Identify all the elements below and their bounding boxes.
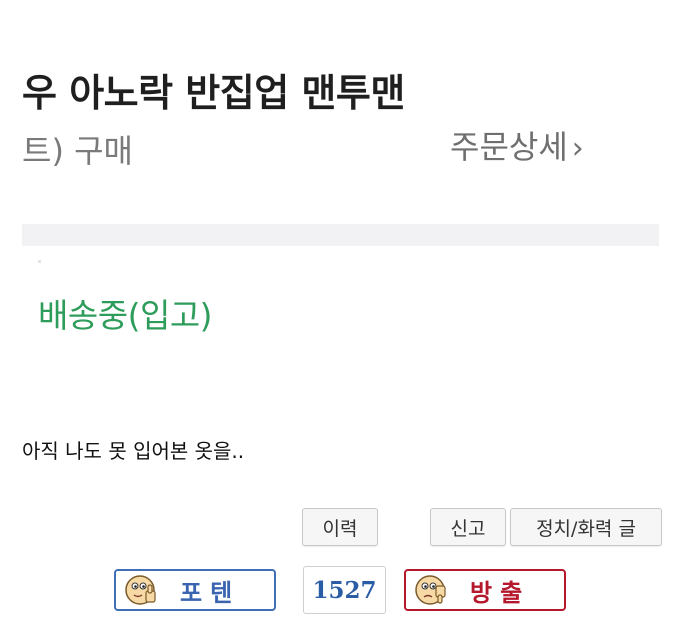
report-button[interactable]: 신고 [430, 508, 506, 546]
vote-count: 1527 [303, 566, 386, 614]
post-body-text: 아직 나도 못 입어본 옷을.. [22, 439, 245, 463]
purchase-text: 트) 구매 [22, 132, 133, 170]
upvote-button[interactable]: 포텐 [114, 569, 276, 611]
product-title: 우 아노락 반집업 맨투맨 [22, 71, 405, 115]
downvote-label: 방출 [470, 578, 531, 607]
order-detail-label: 주문상세 [450, 128, 568, 166]
upvote-label: 포텐 [180, 578, 241, 607]
history-button[interactable]: 이력 [302, 508, 378, 546]
chevron-right-icon: › [571, 131, 584, 166]
thumbs-up-face-icon [125, 575, 156, 605]
order-detail-link: 주문상세 › [450, 122, 584, 168]
divider-band [22, 224, 659, 246]
thumbs-down-face-icon [415, 575, 446, 605]
downvote-button[interactable]: 방출 [404, 569, 566, 611]
shipping-status: 배송중(입고) [38, 296, 213, 335]
divider-dot [38, 260, 41, 263]
embedded-screenshot: 우 아노락 반집업 맨투맨 트) 구매 주문상세 › 배송중(입고) [0, 0, 680, 400]
suspend-history-button[interactable]: 정치/화력 글 [510, 508, 662, 546]
